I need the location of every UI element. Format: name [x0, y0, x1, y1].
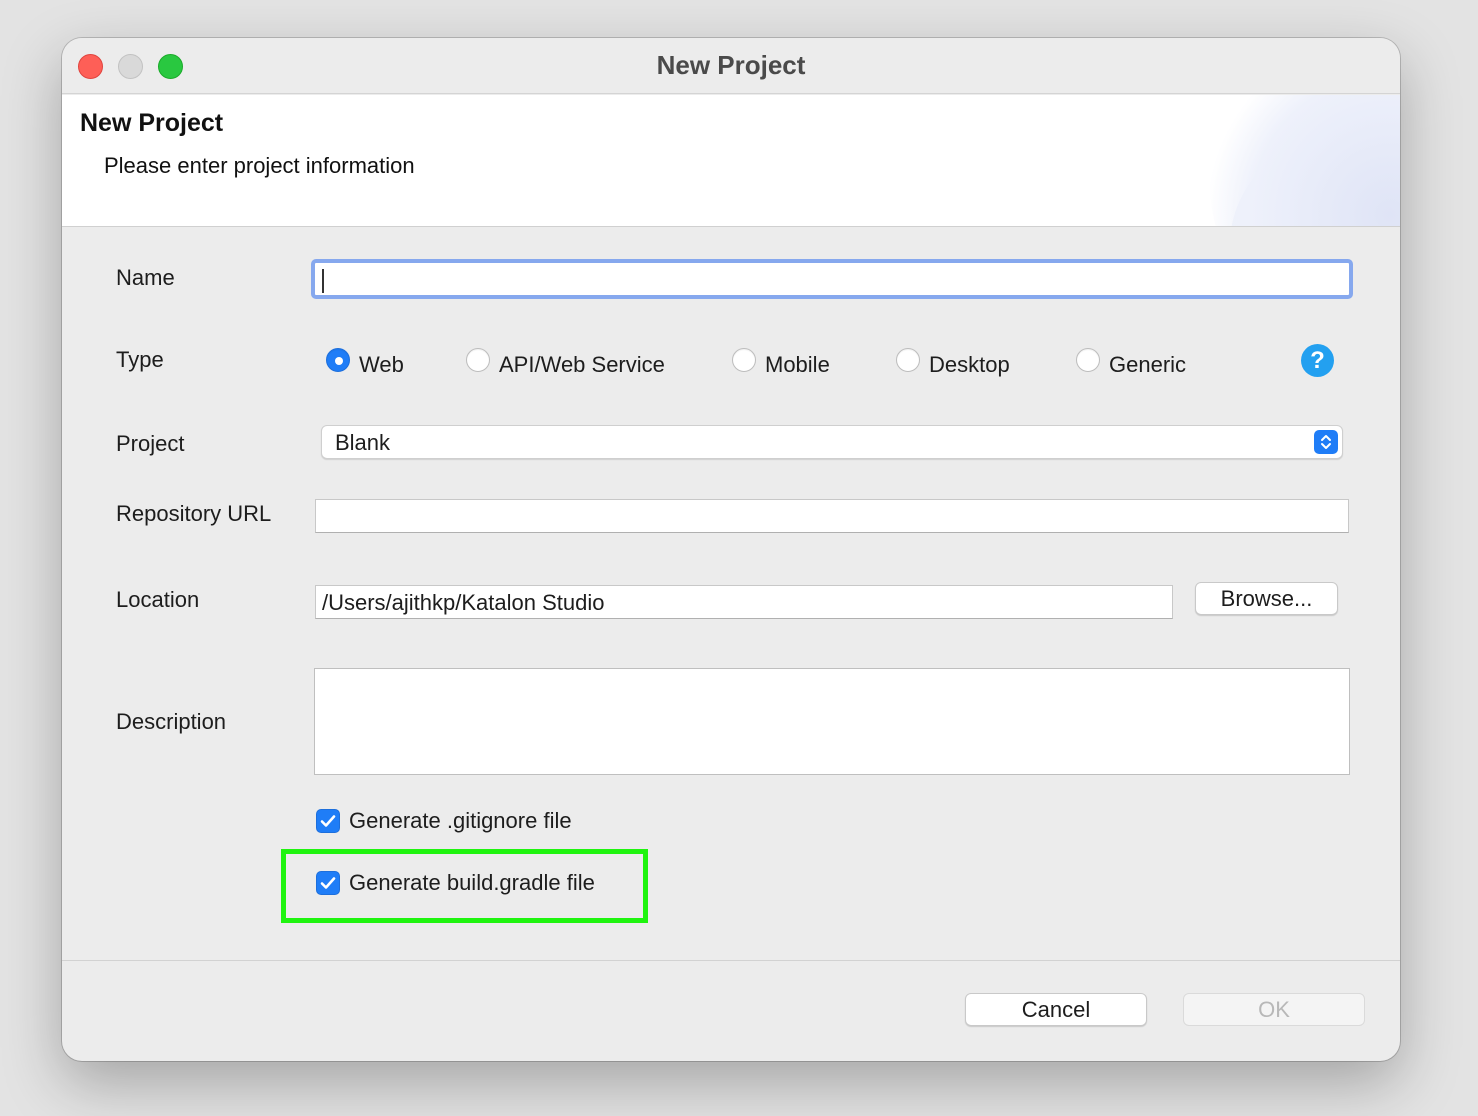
- name-input[interactable]: [311, 259, 1353, 299]
- type-radio-label: API/Web Service: [499, 352, 665, 377]
- gitignore-checkbox-label: Generate .gitignore file: [349, 808, 572, 833]
- browse-button[interactable]: Browse...: [1195, 582, 1338, 615]
- type-radio-label: Web: [359, 352, 404, 377]
- text-caret: [322, 269, 324, 293]
- location-label: Location: [116, 587, 200, 612]
- radio-unselected-icon[interactable]: [732, 348, 756, 372]
- title-bar: New Project: [62, 38, 1400, 94]
- radio-selected-icon[interactable]: [326, 348, 350, 372]
- description-label: Description: [116, 709, 227, 734]
- description-textarea[interactable]: [314, 668, 1350, 775]
- highlight-annotation-box: [281, 849, 648, 923]
- project-select-value: Blank: [335, 430, 391, 455]
- type-radio-desktop[interactable]: Desktop: [896, 340, 1010, 377]
- repository-url-label: Repository URL: [116, 501, 272, 526]
- type-radio-label: Desktop: [929, 352, 1010, 377]
- page-subtitle: Please enter project information: [104, 153, 415, 178]
- ok-button[interactable]: OK: [1183, 993, 1365, 1026]
- name-label: Name: [116, 265, 175, 290]
- radio-unselected-icon[interactable]: [896, 348, 920, 372]
- up-down-chevron-icon[interactable]: [1314, 430, 1338, 454]
- type-label: Type: [116, 347, 164, 372]
- page-title: New Project: [80, 109, 224, 137]
- checkmark-icon: [320, 815, 336, 827]
- gitignore-checkbox[interactable]: [316, 809, 340, 833]
- question-mark-circle-icon[interactable]: ?: [1301, 344, 1334, 377]
- radio-unselected-icon[interactable]: [1076, 348, 1100, 372]
- cancel-button[interactable]: Cancel: [965, 993, 1147, 1026]
- repository-url-input[interactable]: [315, 499, 1349, 533]
- banner-decoration-glow: [1210, 95, 1400, 226]
- project-template-select[interactable]: Blank: [321, 425, 1343, 459]
- location-input[interactable]: /Users/ajithkp/Katalon Studio: [315, 585, 1173, 619]
- wizard-header: New Project Please enter project informa…: [62, 95, 1400, 227]
- location-value: /Users/ajithkp/Katalon Studio: [322, 590, 605, 615]
- type-radio-generic[interactable]: Generic: [1076, 340, 1187, 377]
- type-radio-label: Mobile: [765, 352, 830, 377]
- type-radio-label: Generic: [1109, 352, 1187, 377]
- window-title: New Project: [656, 50, 806, 80]
- type-radio-web[interactable]: Web: [326, 340, 404, 377]
- footer-divider: [62, 960, 1400, 961]
- project-label: Project: [116, 431, 185, 456]
- type-radio-mobile[interactable]: Mobile: [732, 340, 830, 377]
- new-project-dialog: New Project New Project Please enter pro…: [62, 38, 1400, 1061]
- radio-unselected-icon[interactable]: [466, 348, 490, 372]
- type-radio-api-web-service[interactable]: API/Web Service: [466, 340, 665, 377]
- gitignore-checkbox-row[interactable]: Generate .gitignore file: [316, 806, 572, 836]
